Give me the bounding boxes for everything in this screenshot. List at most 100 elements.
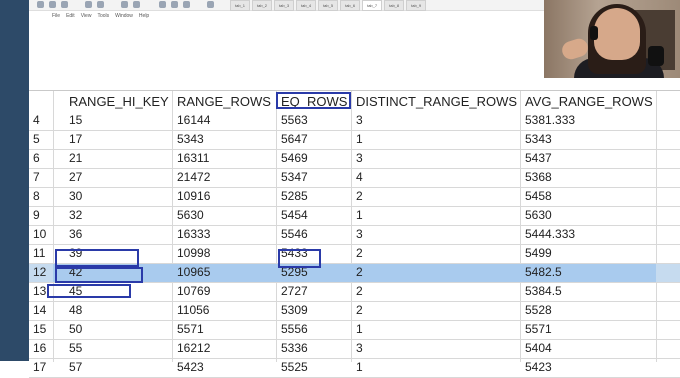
row-number[interactable]: 17 bbox=[33, 360, 46, 374]
cell-range-rows[interactable]: 5571 bbox=[177, 322, 204, 336]
cell-distinct-range-rows[interactable]: 2 bbox=[356, 246, 363, 260]
row-number[interactable]: 9 bbox=[33, 208, 40, 222]
cell-range-rows[interactable]: 5630 bbox=[177, 208, 204, 222]
row-number[interactable]: 10 bbox=[33, 227, 46, 241]
cell-range-hi-key[interactable]: 15 bbox=[69, 113, 82, 127]
table-row[interactable]: 17 57 5423 5525 1 5423 bbox=[29, 359, 680, 378]
cell-range-hi-key[interactable]: 27 bbox=[69, 170, 82, 184]
cell-distinct-range-rows[interactable]: 3 bbox=[356, 113, 363, 127]
table-row[interactable]: 4 15 16144 5563 3 5381.333 bbox=[29, 112, 680, 131]
document-tab[interactable]: tab_9 bbox=[406, 0, 427, 11]
menu-file[interactable]: File bbox=[52, 12, 60, 20]
cell-avg-range-rows[interactable]: 5528 bbox=[525, 303, 552, 317]
cell-range-rows[interactable]: 16144 bbox=[177, 113, 210, 127]
cell-distinct-range-rows[interactable]: 1 bbox=[356, 322, 363, 336]
cell-distinct-range-rows[interactable]: 2 bbox=[356, 284, 363, 298]
header-range-rows[interactable]: RANGE_ROWS bbox=[177, 94, 271, 109]
cell-range-rows[interactable]: 5423 bbox=[177, 360, 204, 374]
cell-eq-rows[interactable]: 5546 bbox=[281, 227, 308, 241]
menu-window[interactable]: Window bbox=[115, 12, 133, 20]
cell-avg-range-rows[interactable]: 5458 bbox=[525, 189, 552, 203]
cell-range-hi-key[interactable]: 55 bbox=[69, 341, 82, 355]
cell-range-rows[interactable]: 10965 bbox=[177, 265, 210, 279]
cell-range-rows[interactable]: 10769 bbox=[177, 284, 210, 298]
cell-distinct-range-rows[interactable]: 4 bbox=[356, 170, 363, 184]
header-range-hi-key[interactable]: RANGE_HI_KEY bbox=[69, 94, 169, 109]
document-tab[interactable]: tab_8 bbox=[384, 0, 405, 11]
row-number[interactable]: 8 bbox=[33, 189, 40, 203]
cell-eq-rows[interactable]: 5309 bbox=[281, 303, 308, 317]
cell-distinct-range-rows[interactable]: 1 bbox=[356, 132, 363, 146]
query-editor[interactable] bbox=[29, 21, 544, 89]
document-tab[interactable]: tab_3 bbox=[274, 0, 295, 11]
row-number[interactable]: 13 bbox=[33, 284, 46, 298]
paste-icon[interactable] bbox=[183, 1, 190, 8]
cell-range-rows[interactable]: 10998 bbox=[177, 246, 210, 260]
header-avg-range-rows[interactable]: AVG_RANGE_ROWS bbox=[525, 94, 653, 109]
cell-range-hi-key[interactable]: 32 bbox=[69, 208, 82, 222]
cell-range-hi-key[interactable]: 30 bbox=[69, 189, 82, 203]
cell-avg-range-rows[interactable]: 5384.5 bbox=[525, 284, 562, 298]
comment-icon[interactable] bbox=[207, 1, 214, 8]
document-tab[interactable]: tab_1 bbox=[230, 0, 251, 11]
cell-distinct-range-rows[interactable]: 3 bbox=[356, 227, 363, 241]
cell-range-hi-key[interactable]: 50 bbox=[69, 322, 82, 336]
table-row[interactable]: 8 30 10916 5285 2 5458 bbox=[29, 188, 680, 207]
cell-range-rows[interactable]: 5343 bbox=[177, 132, 204, 146]
cell-range-rows[interactable]: 11056 bbox=[177, 303, 209, 317]
results-grid[interactable]: RANGE_HI_KEY RANGE_ROWS EQ_ROWS DISTINCT… bbox=[29, 90, 680, 378]
cell-avg-range-rows[interactable]: 5630 bbox=[525, 208, 552, 222]
table-row[interactable]: 10 36 16333 5546 3 5444.333 bbox=[29, 226, 680, 245]
cell-avg-range-rows[interactable]: 5571 bbox=[525, 322, 552, 336]
cell-range-rows[interactable]: 16212 bbox=[177, 341, 210, 355]
cell-distinct-range-rows[interactable]: 2 bbox=[356, 303, 363, 317]
cell-range-rows[interactable]: 10916 bbox=[177, 189, 210, 203]
cell-range-hi-key[interactable]: 36 bbox=[69, 227, 82, 241]
cell-eq-rows[interactable]: 5563 bbox=[281, 113, 308, 127]
cell-range-hi-key[interactable]: 57 bbox=[69, 360, 82, 374]
cell-range-rows[interactable]: 21472 bbox=[177, 170, 210, 184]
open-icon[interactable] bbox=[49, 1, 56, 8]
document-tab[interactable]: tab_2 bbox=[252, 0, 273, 11]
table-row[interactable]: 7 27 21472 5347 4 5368 bbox=[29, 169, 680, 188]
row-number[interactable]: 14 bbox=[33, 303, 46, 317]
cell-range-hi-key[interactable]: 21 bbox=[69, 151, 82, 165]
document-tab[interactable]: tab_6 bbox=[340, 0, 361, 11]
table-row[interactable]: 16 55 16212 5336 3 5404 bbox=[29, 340, 680, 359]
cell-eq-rows[interactable]: 2727 bbox=[281, 284, 308, 298]
new-query-icon[interactable] bbox=[37, 1, 44, 8]
cell-range-hi-key[interactable]: 48 bbox=[69, 303, 82, 317]
cell-avg-range-rows[interactable]: 5499 bbox=[525, 246, 552, 260]
cell-range-hi-key[interactable]: 17 bbox=[69, 132, 82, 146]
cell-eq-rows[interactable]: 5454 bbox=[281, 208, 308, 222]
redo-icon[interactable] bbox=[97, 1, 104, 8]
row-number[interactable]: 7 bbox=[33, 170, 40, 184]
debug-icon[interactable] bbox=[133, 1, 140, 8]
cell-distinct-range-rows[interactable]: 3 bbox=[356, 151, 363, 165]
cell-distinct-range-rows[interactable]: 3 bbox=[356, 341, 363, 355]
cell-eq-rows[interactable]: 5347 bbox=[281, 170, 308, 184]
document-tab-active[interactable]: tab_7 bbox=[362, 0, 383, 11]
cell-distinct-range-rows[interactable]: 1 bbox=[356, 208, 363, 222]
menu-edit[interactable]: Edit bbox=[66, 12, 75, 20]
document-tab[interactable]: tab_5 bbox=[318, 0, 339, 11]
row-number[interactable]: 12 bbox=[33, 265, 46, 279]
copy-icon[interactable] bbox=[171, 1, 178, 8]
cell-avg-range-rows[interactable]: 5381.333 bbox=[525, 113, 575, 127]
cell-avg-range-rows[interactable]: 5343 bbox=[525, 132, 552, 146]
cell-eq-rows[interactable]: 5556 bbox=[281, 322, 308, 336]
cell-eq-rows[interactable]: 5469 bbox=[281, 151, 308, 165]
row-number[interactable]: 11 bbox=[33, 246, 45, 260]
menu-tools[interactable]: Tools bbox=[97, 12, 109, 20]
execute-icon[interactable] bbox=[121, 1, 128, 8]
table-row[interactable]: 5 17 5343 5647 1 5343 bbox=[29, 131, 680, 150]
cell-range-rows[interactable]: 16333 bbox=[177, 227, 210, 241]
cell-range-rows[interactable]: 16311 bbox=[177, 151, 209, 165]
row-number[interactable]: 6 bbox=[33, 151, 40, 165]
cell-distinct-range-rows[interactable]: 2 bbox=[356, 189, 363, 203]
row-number[interactable]: 5 bbox=[33, 132, 40, 146]
table-row[interactable]: 6 21 16311 5469 3 5437 bbox=[29, 150, 680, 169]
row-number[interactable]: 15 bbox=[33, 322, 46, 336]
table-row[interactable]: 15 50 5571 5556 1 5571 bbox=[29, 321, 680, 340]
cell-distinct-range-rows[interactable]: 2 bbox=[356, 265, 363, 279]
